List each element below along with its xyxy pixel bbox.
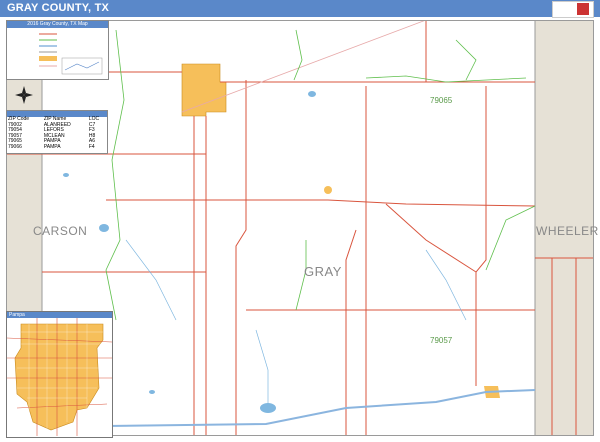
map-title: GRAY COUNTY, TX <box>7 2 110 14</box>
zip-code-cell: 79066 <box>8 143 22 150</box>
zip-name-cell: PAMPA <box>43 143 61 150</box>
interstate-40 <box>105 389 536 427</box>
lefors-town <box>324 186 332 194</box>
zip-label-79057: 79057 <box>430 336 453 345</box>
title-bar: GRAY COUNTY, TX <box>0 0 600 18</box>
inset-map-drawing <box>6 318 113 436</box>
map-legend: 2016 Gray County, TX Map <box>6 20 109 80</box>
creeks <box>125 239 467 408</box>
pampa-inset-map: Pampa <box>6 311 113 438</box>
carson-county-label: CARSON <box>33 224 88 238</box>
zip-label-79065: 79065 <box>430 96 453 105</box>
legend-symbols <box>39 33 103 75</box>
zip-loc-cell: F4 <box>88 143 95 150</box>
zip-table: ZIP Code ZIP Name LOC 79002 ALANREED C7 … <box>7 116 107 151</box>
map-frame: GRAY COUNTY, TX 2016 Gray County, TX Map… <box>0 0 600 442</box>
zip-lookup-table: ZIP Code ZIP Name LOC 79002 ALANREED C7 … <box>6 110 108 154</box>
logo-mark-icon <box>577 3 589 15</box>
publisher-logo <box>552 1 594 18</box>
gray-county-label: GRAY <box>304 264 342 279</box>
pampa-city-area <box>181 63 227 117</box>
table-row: 79066 PAMPA F4 <box>7 143 107 151</box>
legend-title: 2016 Gray County, TX Map <box>7 21 108 28</box>
wheeler-county-label: WHEELER <box>536 224 599 238</box>
